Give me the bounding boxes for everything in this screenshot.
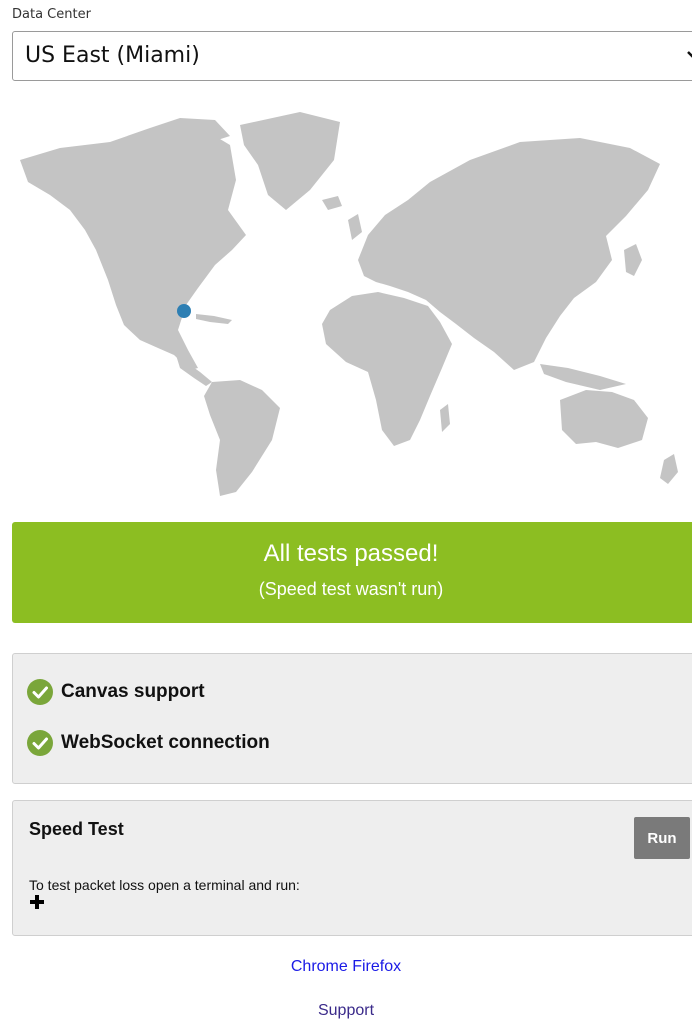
browser-links: Chrome Firefox xyxy=(0,958,692,976)
map-australia xyxy=(560,390,648,448)
speed-test-title: Speed Test xyxy=(29,819,124,839)
check-canvas-support: Canvas support xyxy=(27,678,205,706)
data-center-label: Data Center xyxy=(12,7,91,22)
check-circle-icon xyxy=(27,730,53,756)
map-iceland xyxy=(322,196,342,210)
map-central-america xyxy=(176,355,212,386)
map-greenland xyxy=(240,112,340,210)
data-center-selected-value: US East (Miami) xyxy=(25,43,200,68)
check-circle-icon xyxy=(27,679,53,705)
support-link[interactable]: Support xyxy=(318,1002,374,1019)
map-new-zealand xyxy=(660,454,678,484)
map-south-america xyxy=(204,380,280,496)
map-africa xyxy=(322,292,452,446)
data-center-location-marker xyxy=(177,304,191,318)
plus-icon[interactable] xyxy=(29,894,45,910)
status-subtitle: (Speed test wasn't run) xyxy=(258,579,444,599)
map-japan xyxy=(624,244,642,276)
map-uk xyxy=(348,214,362,240)
status-title: All tests passed! xyxy=(263,540,439,567)
packet-loss-instruction: To test packet loss open a terminal and … xyxy=(29,877,300,893)
check-label: Canvas support xyxy=(61,681,205,702)
map-madagascar xyxy=(440,404,450,432)
checks-panel: Canvas support WebSocket connection xyxy=(12,653,692,784)
map-north-america xyxy=(20,128,246,370)
map-se-asia-islands xyxy=(540,364,626,390)
test-status-banner: All tests passed! (Speed test wasn't run… xyxy=(12,522,692,623)
run-speed-test-button[interactable]: Run xyxy=(634,817,690,859)
map-caribbean xyxy=(196,314,232,324)
support-links: Support xyxy=(0,1002,692,1020)
world-map xyxy=(20,112,678,496)
speed-test-panel: Speed Test Run To test packet loss open … xyxy=(12,800,692,936)
chrome-link[interactable]: Chrome xyxy=(291,958,348,975)
chevron-down-icon xyxy=(687,51,692,58)
data-center-select[interactable]: US East (Miami) xyxy=(12,31,692,81)
check-label: WebSocket connection xyxy=(61,732,270,753)
firefox-link[interactable]: Firefox xyxy=(352,958,401,975)
check-websocket-connection: WebSocket connection xyxy=(27,729,270,757)
